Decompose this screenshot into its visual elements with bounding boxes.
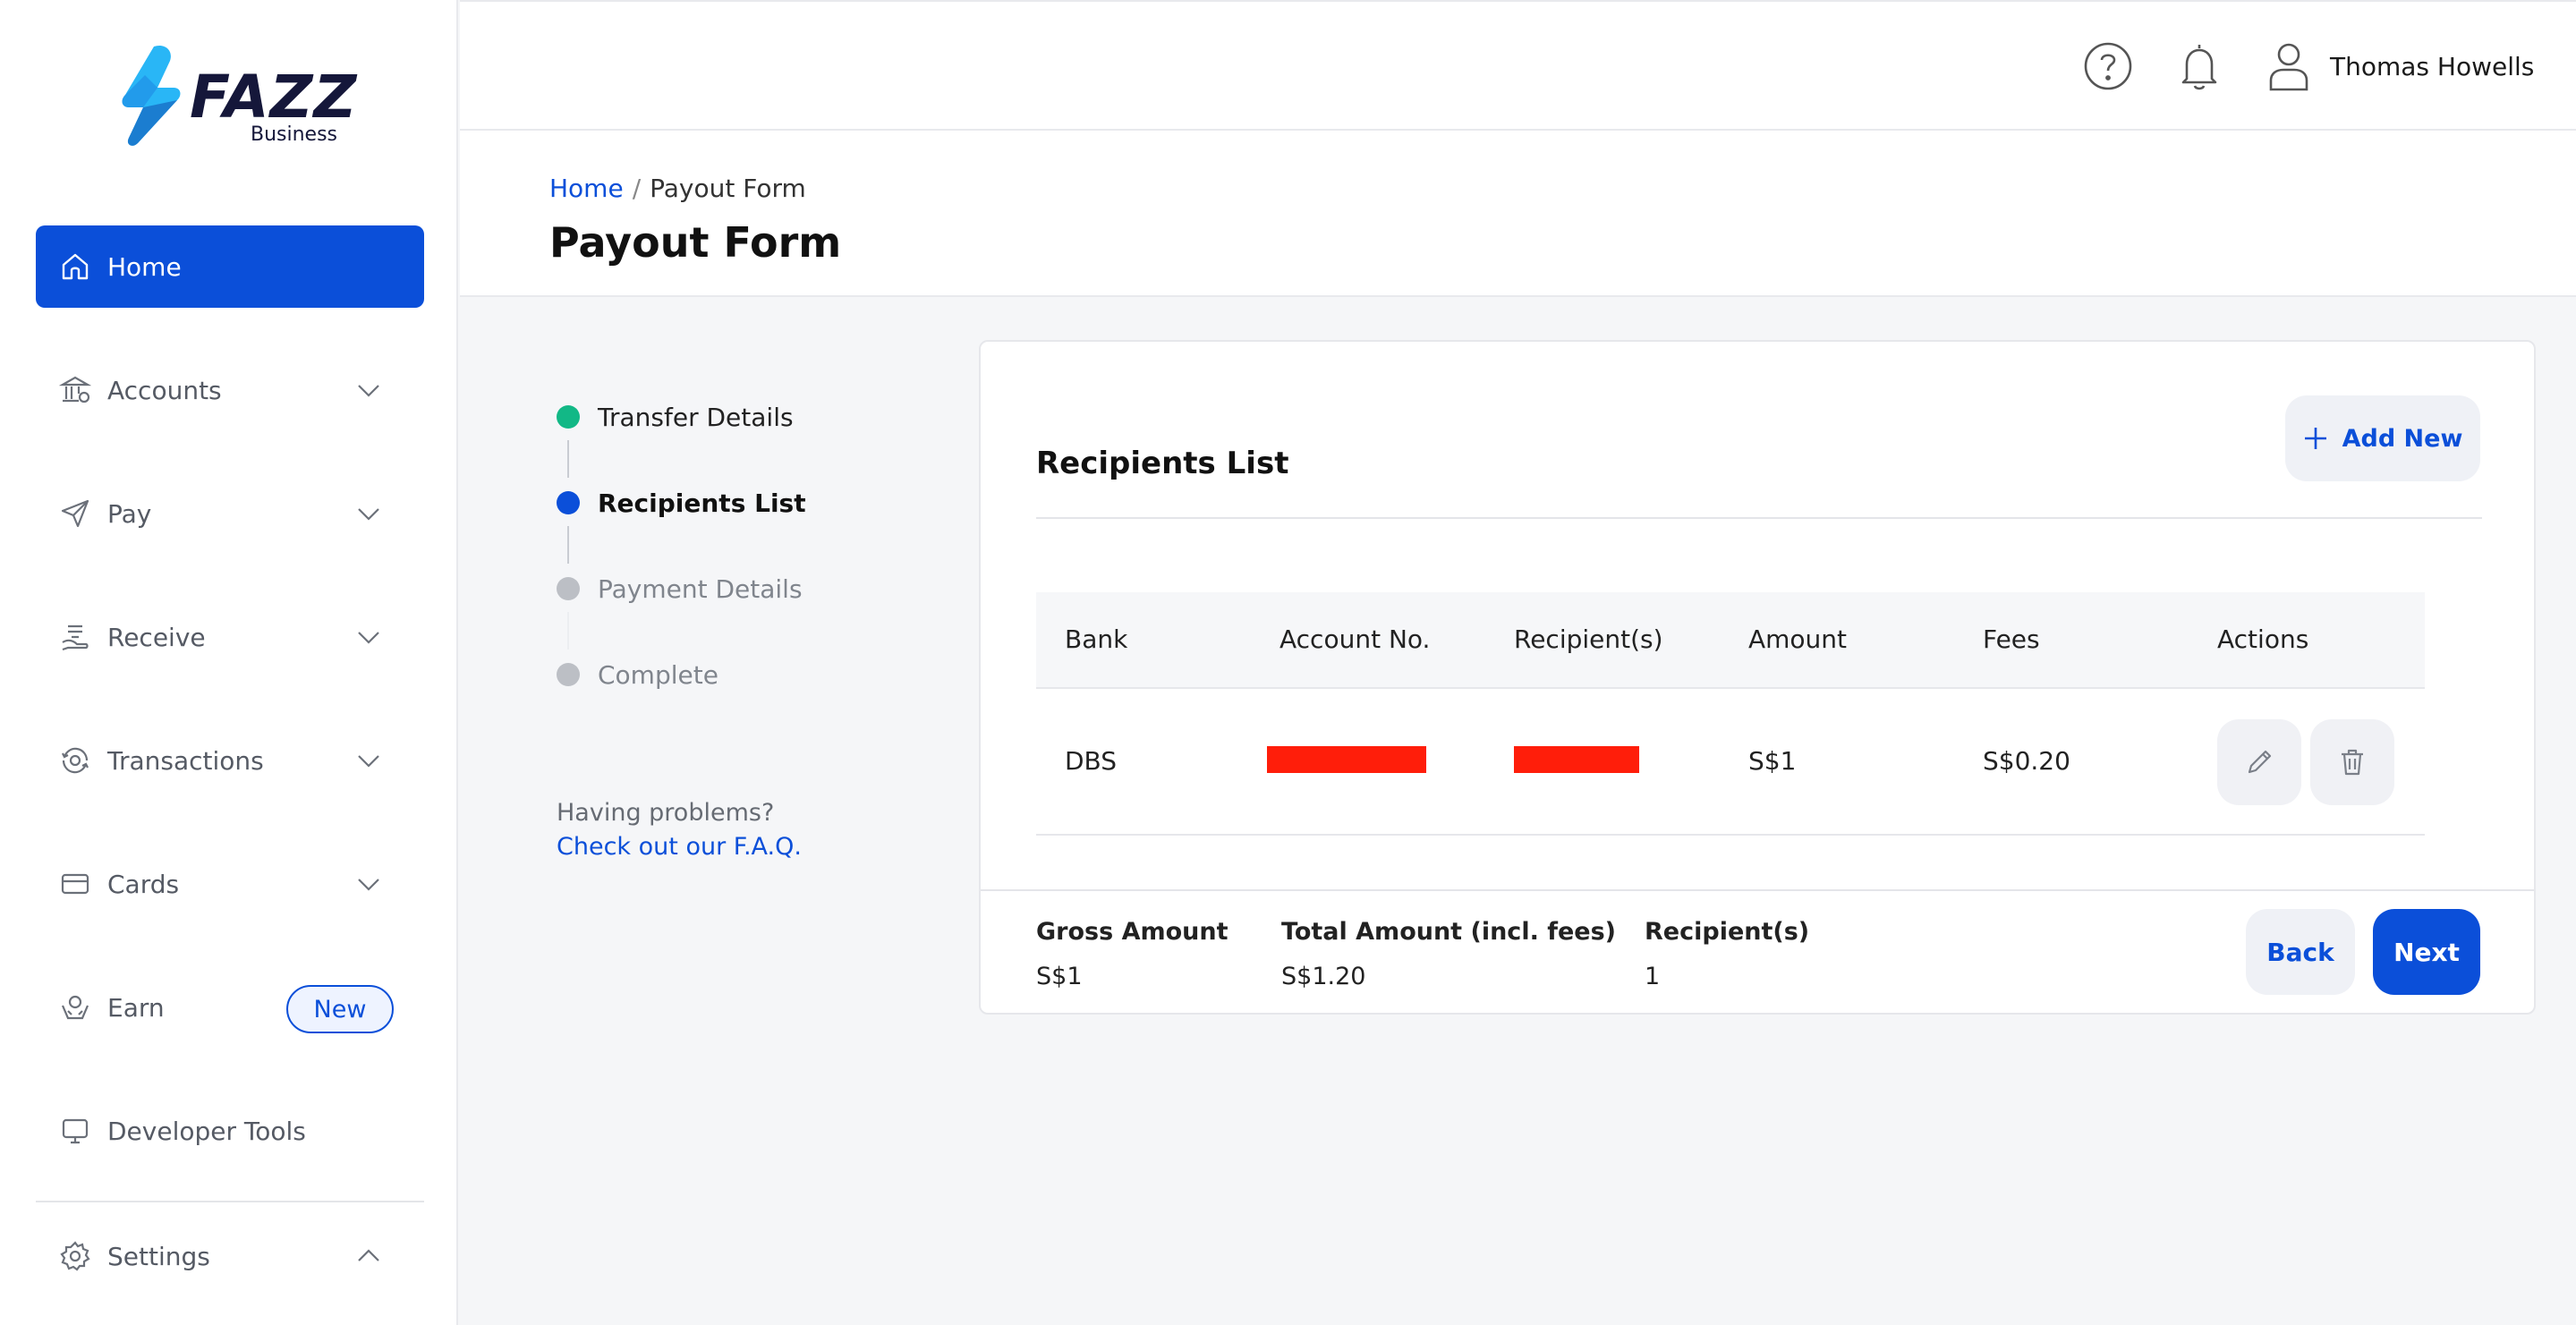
step-pending-indicator <box>557 663 580 686</box>
total-amount-label: Total Amount (incl. fees) <box>1281 918 1617 946</box>
sidebar-item-label: Cards <box>107 869 180 899</box>
step-label: Recipients List <box>598 488 806 518</box>
gear-icon <box>60 1241 90 1271</box>
sidebar-item-label: Settings <box>107 1241 210 1271</box>
logo-subtitle: Business <box>251 123 338 146</box>
receive-icon <box>62 624 89 651</box>
help-text: Having problems? <box>557 799 775 827</box>
sidebar-item-pay[interactable]: Pay <box>36 472 424 555</box>
sidebar-item-label: Earn <box>107 992 165 1023</box>
sidebar-item-label: Receive <box>107 622 206 652</box>
faq-link[interactable]: Check out our F.A.Q. <box>557 830 802 864</box>
gross-amount-label: Gross Amount <box>1036 918 1228 946</box>
bolt-logo-icon <box>122 45 181 146</box>
user-name[interactable]: Thomas Howells <box>2330 52 2534 81</box>
edit-button[interactable] <box>2217 719 2301 805</box>
help-icon[interactable] <box>2081 39 2135 93</box>
table-header: Bank Account No. Recipient(s) Amount Fee… <box>1036 592 2425 689</box>
home-icon <box>62 253 89 280</box>
page-title: Payout Form <box>549 218 842 267</box>
recipients-title: Recipients List <box>1036 446 1289 481</box>
new-badge: New <box>286 985 394 1033</box>
cell-fees: S$0.20 <box>1983 746 2070 776</box>
sidebar-divider <box>36 1201 424 1202</box>
logo-wordmark: FAZZ <box>190 63 358 132</box>
sidebar-item-label: Transactions <box>107 745 264 776</box>
total-amount-value: S$1.20 <box>1281 963 1366 990</box>
chevron-down-icon <box>358 879 379 891</box>
recipients-card: Recipients List Add New Bank Account No.… <box>979 340 2536 1015</box>
sidebar-item-label: Developer Tools <box>107 1116 306 1146</box>
breadcrumb-current: Payout Form <box>650 174 806 203</box>
step-label: Complete <box>598 659 718 690</box>
transactions-icon <box>62 747 89 774</box>
step-active-indicator <box>557 491 580 514</box>
breadcrumb: Home / Payout Form <box>549 174 806 203</box>
sidebar-item-accounts[interactable]: Accounts <box>36 349 424 431</box>
trash-icon <box>2342 749 2363 776</box>
page-header: Home / Payout Form Payout Form <box>460 131 2576 297</box>
column-header-bank: Bank <box>1065 624 1128 654</box>
earn-icon <box>61 995 89 1020</box>
bell-icon[interactable] <box>2172 39 2226 93</box>
card-icon <box>61 873 89 895</box>
step-done-indicator <box>557 405 580 429</box>
chevron-up-icon <box>358 1249 379 1261</box>
plus-icon <box>2304 428 2326 449</box>
topbar: Thomas Howells <box>460 0 2576 131</box>
step-label: Payment Details <box>598 573 803 604</box>
column-header-recipients: Recipient(s) <box>1514 624 1663 654</box>
sidebar-item-label: Home <box>107 251 182 282</box>
recipients-count-label: Recipient(s) <box>1645 918 1810 946</box>
help-section: Having problems? Check out our F.A.Q. <box>557 796 802 864</box>
sidebar-item-home[interactable]: Home <box>36 225 424 308</box>
column-header-account-no: Account No. <box>1279 624 1431 654</box>
add-new-button[interactable]: Add New <box>2285 395 2480 481</box>
sidebar-item-receive[interactable]: Receive <box>36 596 424 678</box>
card-divider <box>1036 517 2482 519</box>
step-label: Transfer Details <box>598 402 794 432</box>
redacted-account-number <box>1267 746 1426 773</box>
delete-button[interactable] <box>2310 719 2394 805</box>
chevron-down-icon <box>358 508 379 521</box>
sidebar-item-transactions[interactable]: Transactions <box>36 719 424 802</box>
column-header-actions: Actions <box>2217 624 2309 654</box>
sidebar: FAZZ Business Home Accounts Pay Receive … <box>0 0 458 1325</box>
progress-stepper: Transfer Details Recipients List Payment… <box>555 394 913 716</box>
table-row: DBS S$1 S$0.20 <box>1036 689 2425 836</box>
breadcrumb-home-link[interactable]: Home <box>549 174 624 203</box>
send-icon <box>61 499 89 528</box>
cell-bank: DBS <box>1065 746 1118 776</box>
breadcrumb-separator: / <box>632 174 642 203</box>
cell-amount: S$1 <box>1748 746 1797 776</box>
next-button[interactable]: Next <box>2373 909 2480 995</box>
sidebar-item-earn[interactable]: Earn New <box>36 966 424 1049</box>
sidebar-item-cards[interactable]: Cards <box>36 843 424 925</box>
add-new-label: Add New <box>2342 424 2463 453</box>
column-header-amount: Amount <box>1748 624 1848 654</box>
user-icon[interactable] <box>2262 39 2316 93</box>
gross-amount-value: S$1 <box>1036 963 1083 990</box>
chevron-down-icon <box>358 632 379 644</box>
column-header-fees: Fees <box>1983 624 2040 654</box>
step-connector <box>567 440 569 478</box>
step-connector <box>567 612 569 650</box>
redacted-recipient-name <box>1514 746 1639 773</box>
chevron-down-icon <box>358 385 379 397</box>
sidebar-item-settings[interactable]: Settings <box>36 1215 424 1297</box>
pencil-icon <box>2248 750 2272 774</box>
recipients-count-value: 1 <box>1645 963 1661 990</box>
step-connector <box>567 526 569 564</box>
fazz-logo[interactable]: FAZZ Business <box>118 43 356 150</box>
sidebar-item-label: Accounts <box>107 375 222 405</box>
step-pending-indicator <box>557 577 580 600</box>
sidebar-item-developer-tools[interactable]: Developer Tools <box>36 1090 424 1172</box>
monitor-icon <box>62 1118 89 1144</box>
sidebar-item-label: Pay <box>107 498 152 529</box>
chevron-down-icon <box>358 755 379 768</box>
bank-icon <box>59 376 91 403</box>
back-button[interactable]: Back <box>2246 909 2355 995</box>
summary-footer: Gross Amount S$1 Total Amount (incl. fee… <box>981 889 2534 1015</box>
